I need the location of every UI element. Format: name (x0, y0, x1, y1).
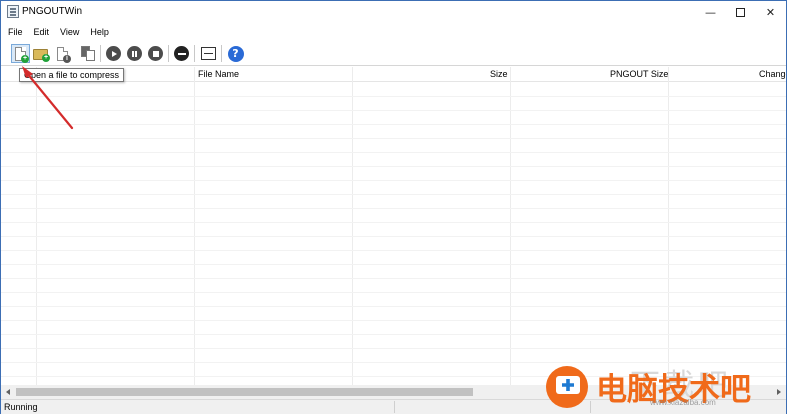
pause-icon (127, 46, 142, 61)
maximize-icon (736, 7, 745, 17)
empty-row-line (1, 180, 786, 181)
status-text: Running (4, 402, 38, 412)
toolbar-separator (100, 45, 101, 62)
copy-icon (80, 46, 95, 61)
help-icon: ? (227, 45, 244, 62)
empty-row-line (1, 236, 786, 237)
file-info-icon: i (57, 46, 71, 63)
empty-row-line (1, 124, 786, 125)
close-button[interactable]: ✕ (755, 1, 786, 23)
empty-row-line (1, 152, 786, 153)
fit-columns-button[interactable] (199, 44, 218, 63)
empty-row-line (1, 264, 786, 265)
empty-row-line (1, 348, 786, 349)
empty-row-line (1, 208, 786, 209)
close-icon: ✕ (765, 5, 776, 19)
scroll-thumb[interactable] (16, 388, 473, 396)
empty-row-line (1, 306, 786, 307)
window-title: PNGOUTWin (22, 6, 82, 17)
title-bar: PNGOUTWin — ✕ (1, 1, 786, 23)
help-button[interactable]: ? (226, 44, 245, 63)
toolbar-separator (194, 45, 195, 62)
empty-row-line (1, 334, 786, 335)
menu-view[interactable]: View (60, 27, 79, 37)
stop-icon (148, 46, 163, 61)
watermark-logo-icon (546, 366, 588, 408)
empty-row-line (1, 166, 786, 167)
empty-row-line (1, 110, 786, 111)
column-header-size[interactable]: Size (490, 69, 508, 79)
empty-row-line (1, 278, 786, 279)
column-header-change[interactable]: Change (759, 69, 786, 79)
column-divider[interactable] (668, 67, 669, 385)
open-folder-button[interactable]: + (31, 44, 50, 63)
watermark-url: www.xiazaiba.com (650, 398, 716, 407)
status-divider (394, 401, 395, 413)
arrow-left-icon (6, 389, 10, 395)
file-info-button[interactable]: i (53, 44, 72, 63)
empty-row-line (1, 250, 786, 251)
remove-icon (174, 46, 189, 61)
empty-row-line (1, 194, 786, 195)
menu-help[interactable]: Help (90, 27, 109, 37)
column-divider[interactable] (36, 67, 37, 385)
column-divider[interactable] (510, 67, 511, 385)
minimize-icon: — (705, 5, 716, 19)
empty-row-line (1, 292, 786, 293)
file-add-icon: + (15, 46, 29, 63)
empty-row-line (1, 222, 786, 223)
column-header-file-name[interactable]: File Name (198, 69, 239, 79)
scroll-left-button[interactable] (1, 385, 15, 399)
menu-edit[interactable]: Edit (34, 27, 50, 37)
toolbar: + + i ? (1, 41, 786, 66)
toolbar-separator (221, 45, 222, 62)
column-divider[interactable] (194, 67, 195, 385)
app-icon (7, 5, 19, 18)
app-window: PNGOUTWin — ✕ File Edit View Help + + i (0, 0, 787, 414)
column-divider[interactable] (352, 67, 353, 385)
maximize-button[interactable] (725, 1, 756, 23)
start-button[interactable] (104, 44, 123, 63)
file-list[interactable]: File Name Size PNGOUT Size Change (1, 67, 786, 385)
play-icon (106, 46, 121, 61)
empty-row-line (1, 138, 786, 139)
menu-bar: File Edit View Help (1, 23, 786, 41)
empty-row-line (1, 96, 786, 97)
column-header-pngout-size[interactable]: PNGOUT Size (610, 69, 668, 79)
copy-button[interactable] (78, 44, 97, 63)
menu-file[interactable]: File (8, 27, 23, 37)
empty-row-line (1, 320, 786, 321)
pause-button[interactable] (125, 44, 144, 63)
tooltip: Open a file to compress (19, 68, 124, 82)
stop-button[interactable] (146, 44, 165, 63)
remove-button[interactable] (172, 44, 191, 63)
minimize-button[interactable]: — (695, 1, 726, 23)
fit-columns-icon (201, 47, 216, 60)
open-file-button[interactable]: + (11, 44, 30, 63)
toolbar-separator (168, 45, 169, 62)
folder-add-icon: + (33, 49, 50, 62)
